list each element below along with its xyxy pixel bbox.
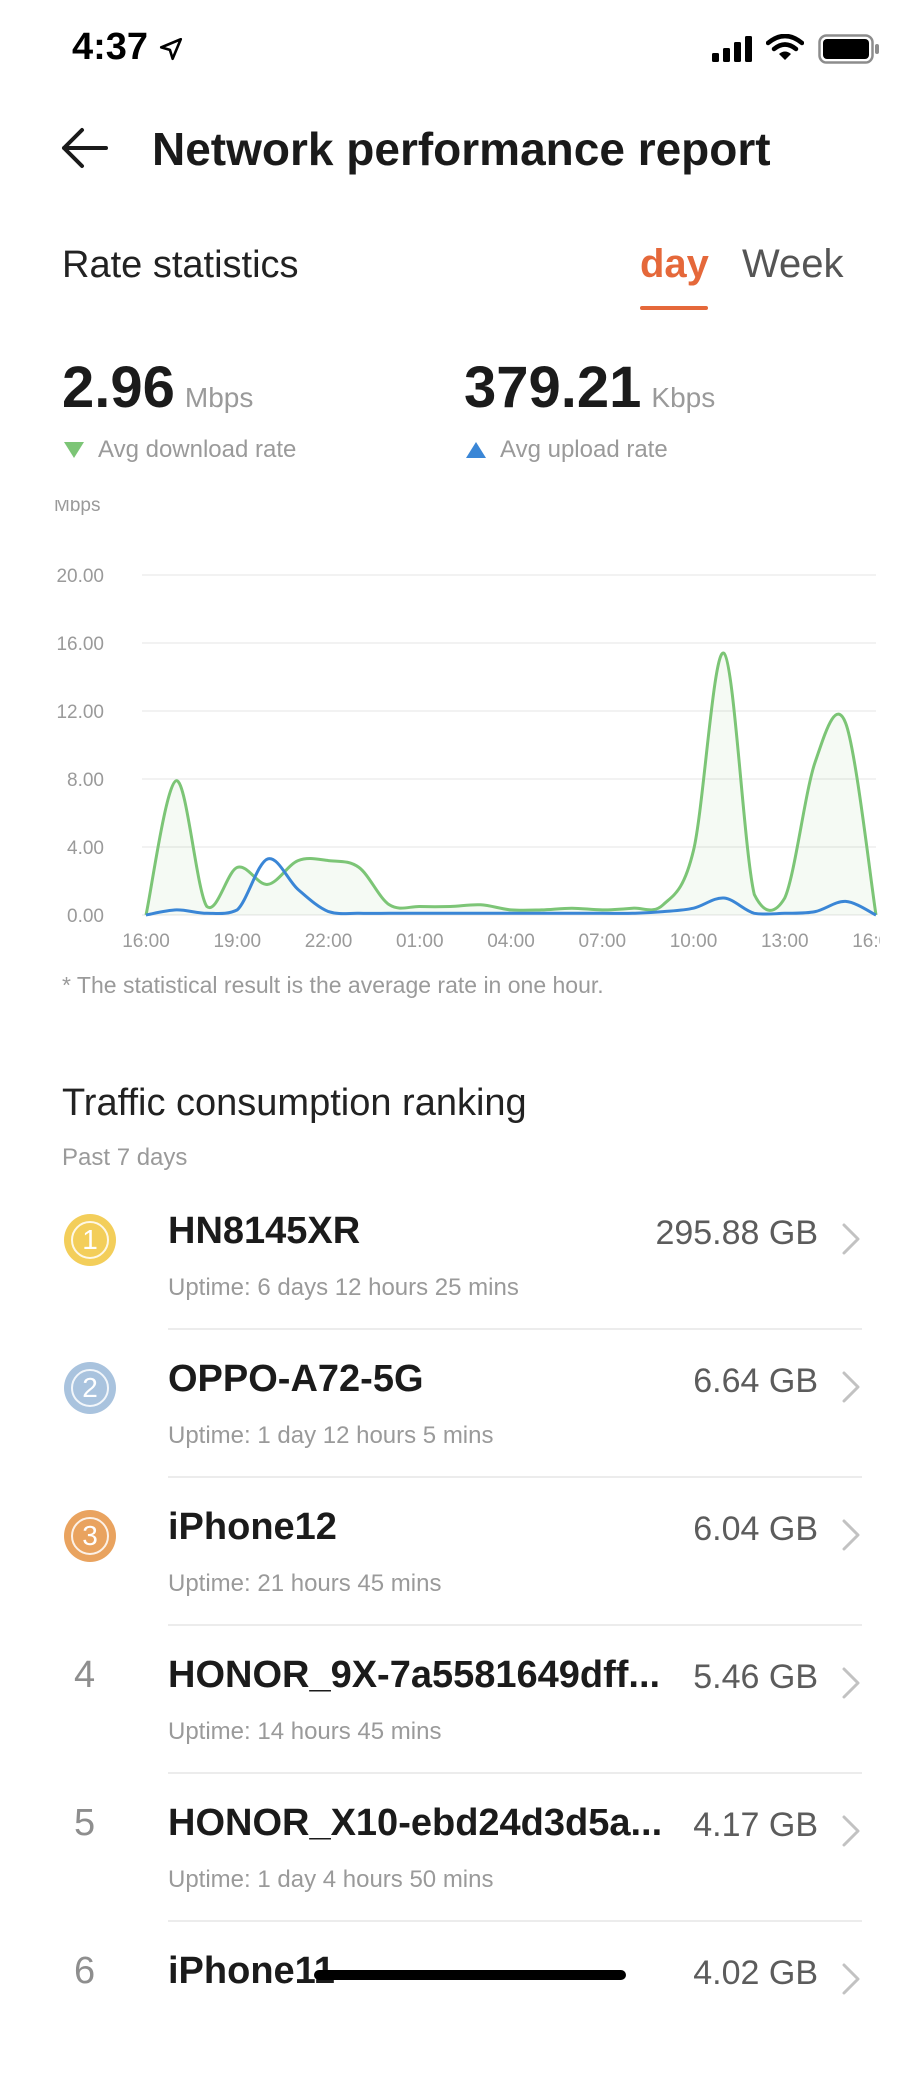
chevron-right-icon[interactable] (840, 1814, 862, 1848)
device-uptime: Uptime: 14 hours 45 mins (168, 1718, 442, 1745)
ranking-row[interactable]: 6 iPhone11 4.02 GB (0, 1936, 924, 2084)
battery-icon (818, 34, 879, 64)
avg-download-stat: 2.96 Mbps (62, 354, 253, 421)
row-divider (168, 1772, 862, 1774)
rank-medal-number: 3 (71, 1517, 109, 1555)
row-divider (168, 1624, 862, 1626)
tab-week[interactable]: Week (742, 242, 844, 287)
x-tick-label: 22:00 (305, 931, 353, 952)
device-name: HONOR_9X-7a5581649dff... (168, 1654, 661, 1696)
y-tick-label: 4.00 (67, 838, 104, 859)
x-tick-label: 16:00 (122, 931, 170, 952)
device-name: OPPO-A72-5G (168, 1358, 424, 1400)
device-traffic-size: 4.17 GB (693, 1806, 818, 1844)
rank-number: 4 (74, 1654, 96, 1696)
page-title: Network performance report (152, 123, 771, 175)
device-traffic-size: 6.64 GB (693, 1362, 818, 1400)
device-uptime: Uptime: 1 day 12 hours 5 mins (168, 1422, 494, 1449)
rate-statistics-label: Rate statistics (62, 244, 299, 286)
device-traffic-size: 295.88 GB (655, 1214, 818, 1252)
back-arrow-icon[interactable] (56, 120, 112, 176)
x-tick-label: 01:00 (396, 931, 444, 952)
wifi-icon (766, 34, 804, 60)
x-tick-label: 07:00 (578, 931, 626, 952)
y-tick-label: 16.00 (56, 634, 104, 655)
y-tick-label: 0.00 (67, 906, 104, 927)
download-caption: Avg download rate (64, 436, 296, 464)
y-tick-label: 20.00 (56, 566, 104, 587)
chevron-right-icon[interactable] (840, 1370, 862, 1404)
device-traffic-size: 4.02 GB (693, 1954, 818, 1992)
home-indicator[interactable] (314, 1970, 626, 1980)
device-traffic-size: 6.04 GB (693, 1510, 818, 1548)
device-traffic-size: 5.46 GB (693, 1658, 818, 1696)
x-tick-label: 13:00 (761, 931, 809, 952)
tab-active-indicator (640, 306, 708, 310)
ranking-title: Traffic consumption ranking (62, 1082, 527, 1124)
download-unit: Mbps (184, 382, 254, 413)
upload-value: 379.21 (464, 355, 642, 420)
device-name: HN8145XR (168, 1210, 361, 1252)
download-caption-text: Avg download rate (98, 436, 297, 463)
ranking-row[interactable]: 3 iPhone12 6.04 GB Uptime: 21 hours 45 mins (0, 1492, 924, 1640)
row-divider (168, 1328, 862, 1330)
download-value: 2.96 (62, 355, 175, 420)
chevron-right-icon[interactable] (840, 1518, 862, 1552)
chevron-right-icon[interactable] (840, 1962, 862, 1996)
device-uptime: Uptime: 1 day 4 hours 50 mins (168, 1866, 494, 1893)
row-divider (168, 1476, 862, 1478)
ranking-row[interactable]: 5 HONOR_X10-ebd24d3d5a... 4.17 GB Uptime: 1… (0, 1788, 924, 1936)
chart-footnote: * The statistical result is the average … (62, 972, 604, 998)
rank-medal-number: 2 (71, 1369, 109, 1407)
x-tick-label: 10:00 (670, 931, 718, 952)
ranking-row[interactable]: 2 OPPO-A72-5G 6.64 GB Uptime: 1 day 12 hour… (0, 1344, 924, 1492)
rank-medal-icon: 2 (64, 1362, 116, 1414)
chevron-right-icon[interactable] (840, 1666, 862, 1700)
rank-medal-icon: 3 (64, 1510, 116, 1562)
device-name: iPhone11 (168, 1950, 335, 1992)
ranking-subtitle: Past 7 days (62, 1144, 188, 1171)
x-tick-label: 19:00 (213, 931, 261, 952)
upload-triangle-icon (466, 442, 486, 458)
cellular-signal-icon (712, 36, 752, 62)
device-name: HONOR_X10-ebd24d3d5a... (168, 1802, 663, 1844)
y-axis-unit-label: Mbps (54, 500, 100, 516)
avg-upload-stat: 379.21 Kbps (464, 354, 715, 421)
row-divider (168, 1920, 862, 1922)
chevron-right-icon[interactable] (840, 1222, 862, 1256)
x-tick-label: 04:00 (487, 931, 535, 952)
download-triangle-icon (64, 442, 84, 458)
ranking-row[interactable]: 4 HONOR_9X-7a5581649dff... 5.46 GB Uptime: … (0, 1640, 924, 1788)
upload-caption-text: Avg upload rate (500, 436, 668, 463)
status-time: 4:37 (72, 26, 149, 68)
device-name: iPhone12 (168, 1506, 337, 1548)
y-tick-label: 8.00 (67, 770, 104, 791)
ranking-row[interactable]: 1 HN8145XR 295.88 GB Uptime: 6 days 12 hour… (0, 1196, 924, 1344)
rank-medal-icon: 1 (64, 1214, 116, 1266)
rank-medal-number: 1 (71, 1221, 109, 1259)
upload-unit: Kbps (651, 382, 716, 413)
y-tick-label: 12.00 (56, 702, 104, 723)
rank-number: 5 (74, 1802, 96, 1844)
x-tick-label: 16:00 (852, 931, 880, 952)
device-uptime: Uptime: 21 hours 45 mins (168, 1570, 442, 1597)
upload-caption: Avg upload rate (466, 436, 668, 464)
rate-chart: Mbps 0.00 4.00 8.00 12.00 16.00 20.00 16:00 19:0… (54, 500, 880, 952)
tab-day[interactable]: day (640, 242, 709, 287)
rank-number: 6 (74, 1950, 96, 1992)
location-arrow-icon (159, 37, 183, 61)
device-uptime: Uptime: 6 days 12 hours 25 mins (168, 1274, 519, 1301)
